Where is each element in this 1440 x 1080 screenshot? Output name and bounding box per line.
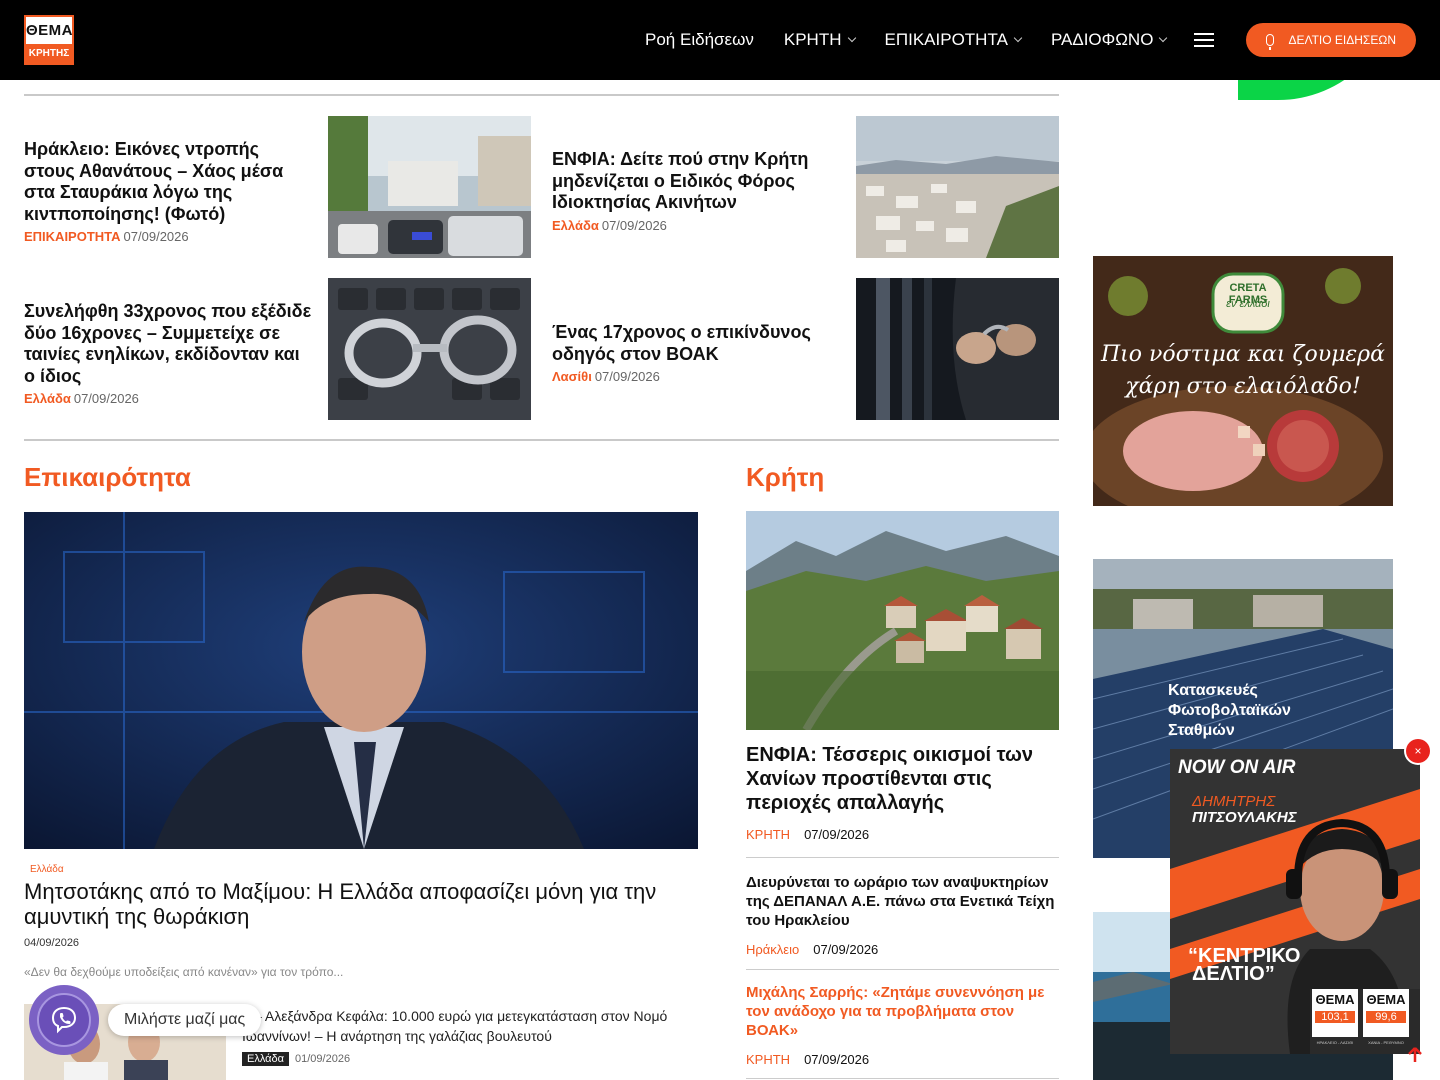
- divider: [24, 94, 1059, 96]
- featured-category[interactable]: Ελλάδα: [30, 864, 64, 875]
- microphone-icon: [1266, 34, 1275, 50]
- ad-creta-farms[interactable]: CRETA FARMS εν ελλάδι Πιο νόστιμα και ζο…: [1093, 256, 1393, 506]
- story-date: 07/09/2026: [123, 229, 189, 244]
- station-logo-heraklion: ΘΕΜΑ 103,1: [1312, 989, 1358, 1037]
- nav-item-news-feed[interactable]: Ροή Ειδήσεων: [645, 30, 754, 50]
- story-date: 07/09/2026: [601, 217, 667, 233]
- kriti-item-title[interactable]: Μιχάλης Σαρρής: «Ζητάμε συνεννόηση με το…: [746, 983, 1059, 1040]
- station-name: ΘΕΜΑ: [1315, 992, 1355, 1007]
- kriti-featured-meta: ΚΡΗΤΗ 07/09/2026: [746, 827, 869, 842]
- kriti-item-title[interactable]: Διευρύνεται το ωράριο των αναψυκτηρίων τ…: [746, 873, 1059, 930]
- second-story-date: 01/09/2026: [295, 1053, 351, 1065]
- kriti-item-meta: Ηράκλειο 07/09/2026: [746, 942, 878, 957]
- station-area-chania: ΧΑΝΙΑ - ΡΕΘΥΜΝΟ: [1368, 1040, 1404, 1045]
- divider: [746, 857, 1059, 858]
- featured-image-mitsotakis[interactable]: [24, 512, 698, 849]
- site-header: ΘΕΜΑ ΚΡΗΤΗΣ Ροή Ειδήσεων ΚΡΗΤΗ ΕΠΙΚΑΙΡΟΤ…: [0, 0, 1440, 80]
- creta-slogan-line1: Πιο νόστιμα και ζουμερά: [1101, 342, 1385, 367]
- chevron-down-icon: [847, 33, 856, 43]
- station-frequency: 103,1: [1315, 1011, 1355, 1023]
- second-story-title[interactable]: α – Αλεξάνδρα Κεφάλα: 10.000 ευρώ για με…: [242, 1006, 692, 1046]
- logo-bottom-text: ΚΡΗΤΗΣ: [26, 44, 72, 63]
- kriti-item-category[interactable]: ΚΡΗΤΗ: [746, 1052, 790, 1067]
- story-date: 07/09/2026: [594, 369, 660, 384]
- featured-title[interactable]: Μητσοτάκης από το Μαξίμου: Η Ελλάδα αποφ…: [24, 879, 684, 929]
- kriti-item-meta: ΚΡΗΤΗ 07/09/2026: [746, 1052, 869, 1067]
- section-heading-epikairotita[interactable]: Επικαιρότητα: [24, 462, 191, 493]
- creta-sub: εν ελλάδι: [1226, 298, 1270, 310]
- news-bulletin-button[interactable]: ΔΕΛΤΙΟ ΕΙΔΗΣΕΩΝ: [1246, 23, 1416, 57]
- nav-item-epikairotita[interactable]: ΕΠΙΚΑΙΡΟΤΗΤΑ: [884, 30, 1023, 50]
- hamburger-menu-icon[interactable]: [1194, 33, 1215, 47]
- story-card[interactable]: ΕΝΦΙΑ: Δείτε πού στην Κρήτη μηδενίζεται …: [552, 149, 842, 233]
- story-title[interactable]: Συνελήφθη 33χρονος που εξέδιδε δύο 16χρο…: [24, 301, 314, 387]
- story-category[interactable]: Ελλάδα: [552, 218, 599, 233]
- divider: [746, 969, 1059, 970]
- story-title[interactable]: Ένας 17χρονος ο επικίνδυνος οδηγός στον …: [552, 322, 842, 365]
- nav-label: Ροή Ειδήσεων: [645, 30, 754, 49]
- story-category[interactable]: ΕΠΙΚΑΙΡΟΤΗΤΑ: [24, 229, 121, 244]
- story-card[interactable]: Συνελήφθη 33χρονος που εξέδιδε δύο 16χρο…: [24, 301, 314, 406]
- creta-slogan-line2: χάρη στο ελαιόλαδο!: [1125, 374, 1361, 399]
- solar-text-1: Κατασκευές: [1168, 682, 1258, 699]
- viber-icon: [51, 1006, 77, 1034]
- now-on-air-widget[interactable]: NOW ON AIR ΔΗΜΗΤΡΗΣ ΠΙΤΣΟΥΛΑΚΗΣ “ΚΕΝΤΡΙΚ…: [1170, 749, 1420, 1054]
- chevron-down-icon: [1013, 33, 1023, 43]
- nav-item-kriti[interactable]: ΚΡΗΤΗ: [783, 30, 856, 50]
- host-last-name: ΠΙΤΣΟΥΛΑΚΗΣ: [1192, 809, 1297, 826]
- solar-text-2: Φωτοβολταϊκών: [1168, 702, 1291, 719]
- nav-item-radio[interactable]: ΡΑΔΙΟΦΩΝΟ: [1050, 30, 1168, 50]
- station-frequency: 99,6: [1366, 1011, 1406, 1023]
- story-title[interactable]: Ηράκλειο: Εικόνες ντροπής στους Αθανάτου…: [24, 139, 314, 225]
- kriti-item-category[interactable]: Ηράκλειο: [746, 942, 799, 957]
- featured-date: 04/09/2026: [24, 937, 80, 949]
- featured-excerpt: «Δεν θα δεχθούμε υποδείξεις από κανέναν»…: [24, 965, 344, 979]
- story-thumbnail-arrest[interactable]: [856, 278, 1059, 420]
- story-date: 07/09/2026: [73, 391, 139, 406]
- divider: [24, 439, 1059, 441]
- chevron-down-icon: [1159, 33, 1168, 43]
- kriti-featured-title[interactable]: ΕΝΦΙΑ: Τέσσερις οικισμοί των Χανίων προσ…: [746, 743, 1059, 815]
- station-logo-chania: ΘΕΜΑ 99,6: [1363, 989, 1409, 1037]
- logo-top-text: ΘΕΜΑ: [26, 22, 73, 39]
- kriti-featured-date: 07/09/2026: [804, 827, 870, 842]
- section-heading-kriti[interactable]: Κρήτη: [746, 462, 824, 493]
- story-card[interactable]: Ηράκλειο: Εικόνες ντροπής στους Αθανάτου…: [24, 139, 314, 244]
- nav-label: ΡΑΔΙΟΦΩΝΟ: [1050, 30, 1154, 49]
- solar-text-3: Σταθμών: [1168, 722, 1235, 739]
- kriti-item-date: 07/09/2026: [804, 1052, 870, 1067]
- divider: [746, 1078, 1059, 1079]
- kriti-featured-category[interactable]: ΚΡΗΤΗ: [746, 827, 790, 842]
- nav-label: ΕΠΙΚΑΙΡΟΤΗΤΑ: [884, 30, 1008, 49]
- close-icon[interactable]: ×: [1406, 739, 1430, 763]
- story-thumbnail-handcuffs[interactable]: [328, 278, 531, 420]
- chat-label[interactable]: Μιλήστε μαζί μας: [108, 1004, 262, 1036]
- story-category[interactable]: Ελλάδα: [24, 391, 71, 406]
- host-first-name: ΔΗΜΗΤΡΗΣ: [1192, 793, 1276, 810]
- station-area-heraklion: ΗΡΑΚΛΕΙΟ - ΛΑΣΙΘΙ: [1316, 1040, 1354, 1045]
- viber-chat-button[interactable]: [29, 985, 99, 1055]
- station-name: ΘΕΜΑ: [1366, 992, 1406, 1007]
- story-thumbnail-traffic[interactable]: [328, 116, 531, 258]
- second-story-category[interactable]: Ελλάδα: [242, 1052, 290, 1066]
- kriti-item-date: 07/09/2026: [813, 942, 879, 957]
- main-nav: Ροή Ειδήσεων ΚΡΗΤΗ ΕΠΙΚΑΙΡΟΤΗΤΑ ΡΑΔΙΟΦΩΝ…: [615, 0, 1416, 80]
- nav-label: ΚΡΗΤΗ: [783, 30, 842, 49]
- news-bulletin-label: ΔΕΛΤΙΟ ΕΙΔΗΣΕΩΝ: [1288, 33, 1396, 47]
- story-thumbnail-city[interactable]: [856, 116, 1059, 258]
- story-card[interactable]: Ένας 17χρονος ο επικίνδυνος οδηγός στον …: [552, 322, 842, 384]
- kriti-featured-image[interactable]: [746, 511, 1059, 730]
- show-name-line2: ΔΕΛΤΙΟ”: [1192, 963, 1275, 985]
- story-category[interactable]: Λασίθι: [552, 369, 592, 384]
- site-logo[interactable]: ΘΕΜΑ ΚΡΗΤΗΣ: [24, 15, 74, 65]
- scroll-to-top-icon[interactable]: [1404, 1044, 1426, 1066]
- second-story-meta: Ελλάδα 01/09/2026: [242, 1052, 350, 1066]
- now-on-air-label: NOW ON AIR: [1178, 757, 1296, 778]
- story-title[interactable]: ΕΝΦΙΑ: Δείτε πού στην Κρήτη μηδενίζεται …: [552, 149, 842, 214]
